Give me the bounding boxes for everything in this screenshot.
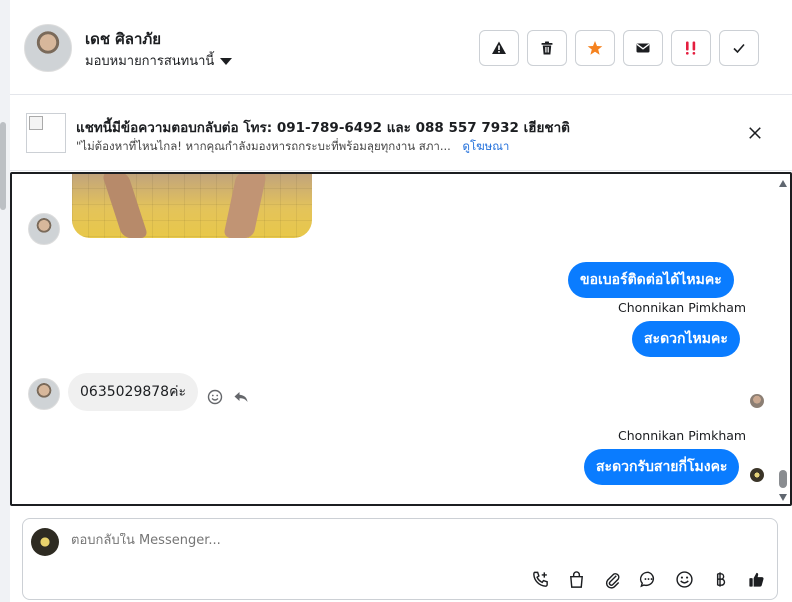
paperclip-icon <box>605 572 619 589</box>
left-scrollbar-thumb[interactable] <box>0 122 6 210</box>
page-avatar <box>31 528 59 556</box>
thread-scrollbar[interactable] <box>776 174 790 504</box>
done-button[interactable] <box>719 30 759 66</box>
sender-avatar-tiny <box>750 468 764 482</box>
chat-bubble-icon <box>639 571 654 587</box>
contact-avatar-small[interactable] <box>28 213 60 245</box>
emoji-icon <box>675 570 693 588</box>
header-actions <box>479 30 759 66</box>
message-incoming[interactable]: 0635029878ค่ะ <box>68 373 198 411</box>
message-outgoing[interactable]: สะดวกรับสายกี่โมงคะ <box>584 449 740 485</box>
close-banner-button[interactable] <box>744 122 766 144</box>
like-button[interactable] <box>745 568 767 590</box>
payment-button[interactable] <box>709 568 731 590</box>
react-button[interactable] <box>206 388 224 406</box>
delete-button[interactable] <box>527 30 567 66</box>
shopping-bag-icon <box>569 570 583 588</box>
read-receipt-avatar <box>750 394 764 408</box>
envelope-icon <box>636 43 650 53</box>
contact-avatar-small[interactable] <box>28 378 60 410</box>
warning-icon <box>492 41 506 54</box>
star-icon <box>587 41 603 55</box>
call-button[interactable] <box>529 568 551 590</box>
ad-thumbnail[interactable] <box>26 113 66 153</box>
close-icon <box>749 127 761 139</box>
smiley-icon <box>207 389 223 405</box>
sender-name: Chonnikan Pimkham <box>618 300 747 315</box>
attach-button[interactable] <box>601 568 623 590</box>
contact-avatar[interactable] <box>24 24 72 72</box>
assign-conversation-dropdown[interactable]: มอบหมายการสนทนานี้ <box>85 50 233 71</box>
reply-icon <box>234 392 248 402</box>
chevron-down-icon <box>220 57 233 65</box>
left-scroll-area <box>0 0 10 602</box>
sender-name: Chonnikan Pimkham <box>618 428 747 443</box>
scroll-down-arrow-icon[interactable] <box>779 494 787 501</box>
reply-button[interactable] <box>232 388 250 406</box>
view-ad-link[interactable]: ดูโฆษณา <box>463 139 510 153</box>
scroll-up-arrow-icon[interactable] <box>779 180 787 187</box>
exclamation-icon <box>686 41 696 55</box>
ad-snippet: "ไม่ต้องหาที่ไหนไกล! หากคุณกำลังมองหารถก… <box>76 139 451 153</box>
report-button[interactable] <box>479 30 519 66</box>
message-thread[interactable]: ขอเบอร์ติดต่อได้ไหมคะ Chonnikan Pimkham … <box>10 172 792 506</box>
message-outgoing[interactable]: ขอเบอร์ติดต่อได้ไหมคะ <box>568 262 734 298</box>
reply-input[interactable] <box>71 533 671 548</box>
saved-reply-button[interactable] <box>637 568 659 590</box>
ad-snippet-row: "ไม่ต้องหาที่ไหนไกล! หากคุณกำลังมองหารถก… <box>76 138 509 156</box>
conversation-panel: เดช ศิลาภัย มอบหมายการสนทนานี้ แชทนี้มีข… <box>10 0 792 602</box>
contact-name[interactable]: เดช ศิลาภัย <box>85 27 161 51</box>
trash-icon <box>541 41 553 55</box>
check-icon <box>733 43 745 54</box>
composer-toolbar <box>529 568 767 590</box>
assign-label: มอบหมายการสนทนานี้ <box>85 54 215 69</box>
thread-scrollbar-thumb[interactable] <box>779 470 787 488</box>
reply-composer <box>22 518 778 600</box>
ad-title: แชทนี้มีข้อความตอบกลับต่อ โทร: 091-789-6… <box>76 120 570 136</box>
thumbs-up-icon <box>748 572 764 587</box>
phone-plus-icon <box>532 571 548 587</box>
conversation-header: เดช ศิลาภัย มอบหมายการสนทนานี้ <box>10 0 792 95</box>
shop-button[interactable] <box>565 568 587 590</box>
ad-context-banner: แชทนี้มีข้อความตอบกลับต่อ โทร: 091-789-6… <box>10 96 792 171</box>
baht-icon <box>716 571 725 587</box>
star-button[interactable] <box>575 30 615 66</box>
unread-button[interactable] <box>623 30 663 66</box>
message-outgoing[interactable]: สะดวกไหมคะ <box>632 321 740 357</box>
emoji-button[interactable] <box>673 568 695 590</box>
image-message[interactable] <box>72 174 312 238</box>
spam-button[interactable] <box>671 30 711 66</box>
